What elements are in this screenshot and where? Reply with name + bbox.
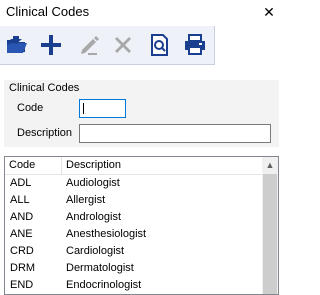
code-cell: END bbox=[10, 279, 34, 291]
description-cell: Allergist bbox=[66, 194, 106, 206]
code-cell: DRM bbox=[10, 262, 36, 274]
delete-icon bbox=[115, 37, 131, 53]
table-row[interactable]: END Endocrinologist bbox=[5, 277, 263, 294]
filter-group: Clinical Codes Code Description bbox=[4, 80, 279, 147]
edit-button[interactable] bbox=[76, 32, 102, 58]
code-cell: ANE bbox=[10, 228, 33, 240]
open-folder-icon bbox=[7, 36, 27, 53]
table-header: Code Description bbox=[5, 157, 263, 175]
description-input[interactable] bbox=[79, 124, 271, 143]
code-cell: ALL bbox=[10, 194, 30, 206]
table-row[interactable]: CRD Cardiologist bbox=[5, 243, 263, 260]
scroll-up-icon[interactable]: ▲ bbox=[262, 157, 278, 173]
preview-icon bbox=[151, 34, 168, 56]
text-caret bbox=[83, 103, 84, 114]
description-cell: Anesthesiologist bbox=[66, 228, 147, 240]
table-body: ADL Audiologist ALL Allergist AND Andrologist… bbox=[5, 175, 263, 294]
vertical-scrollbar[interactable]: ▲ bbox=[262, 157, 278, 294]
add-icon bbox=[41, 35, 61, 55]
title-bar: Clinical Codes ✕ bbox=[0, 0, 283, 26]
description-cell: Andrologist bbox=[66, 211, 122, 223]
delete-button[interactable] bbox=[110, 32, 136, 58]
preview-button[interactable] bbox=[146, 32, 172, 58]
add-button[interactable] bbox=[38, 32, 64, 58]
table-row[interactable]: AND Andrologist bbox=[5, 209, 263, 226]
description-cell: Audiologist bbox=[66, 177, 120, 189]
code-cell: ADL bbox=[10, 177, 32, 189]
table-row[interactable]: ADL Audiologist bbox=[5, 175, 263, 192]
code-label: Code bbox=[17, 102, 44, 114]
table-row[interactable]: DRM Dermatologist bbox=[5, 260, 263, 277]
description-cell: Cardiologist bbox=[66, 245, 125, 257]
open-folder-button[interactable] bbox=[4, 32, 30, 58]
filter-group-label: Clinical Codes bbox=[9, 82, 80, 94]
print-button[interactable] bbox=[182, 32, 208, 58]
toolbar bbox=[0, 26, 215, 65]
table-row[interactable]: ALL Allergist bbox=[5, 192, 263, 209]
table-row[interactable]: ANE Anesthesiologist bbox=[5, 226, 263, 243]
column-header-code[interactable]: Code bbox=[5, 157, 62, 174]
scroll-thumb[interactable] bbox=[263, 174, 277, 294]
print-icon bbox=[185, 34, 205, 55]
window-title: Clinical Codes bbox=[6, 4, 90, 19]
description-cell: Dermatologist bbox=[66, 262, 134, 274]
description-label: Description bbox=[17, 127, 73, 139]
close-icon[interactable]: ✕ bbox=[257, 2, 281, 22]
codes-table[interactable]: Code Description ADL Audiologist ALL Allerg… bbox=[4, 156, 279, 295]
description-cell: Endocrinologist bbox=[66, 279, 142, 291]
column-header-description[interactable]: Description bbox=[62, 157, 263, 174]
code-cell: CRD bbox=[10, 245, 34, 257]
code-cell: AND bbox=[10, 211, 34, 223]
code-input[interactable] bbox=[79, 99, 126, 118]
edit-icon bbox=[81, 36, 99, 55]
